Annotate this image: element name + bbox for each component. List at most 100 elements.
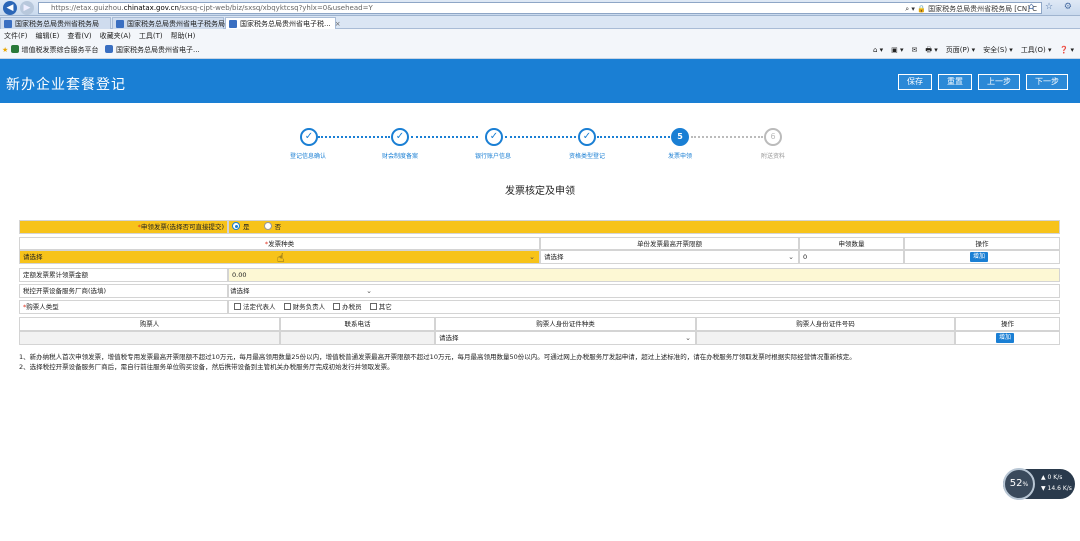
tab-tax-bureau[interactable]: 国家税务总局贵州省税务局: [0, 17, 111, 29]
page-icon: [229, 20, 237, 28]
home-icon[interactable]: ⌂ ▾: [873, 46, 883, 54]
vendor-select[interactable]: 请选择 ⌄: [229, 285, 374, 297]
buyer-phone-input[interactable]: [280, 331, 435, 345]
menu-help[interactable]: 帮助(H): [167, 29, 200, 41]
buyer-type-legal-rep-checkbox[interactable]: 法定代表人: [234, 303, 276, 311]
apply-invoice-label: *申领发票(选择否可直接提交): [19, 220, 228, 234]
quantity-input[interactable]: 0: [799, 250, 904, 264]
apply-no-radio[interactable]: 否: [263, 222, 281, 231]
page-title: 新办企业套餐登记: [6, 77, 126, 93]
buyer-type-label: *购票人类型: [19, 300, 228, 314]
chevron-down-icon: ⌄: [788, 253, 794, 261]
tools-menu[interactable]: 工具(O) ▾: [1021, 46, 1052, 54]
favorite-etax[interactable]: 国家税务总局贵州省电子...: [105, 45, 200, 55]
menu-bar: 文件(F) 编辑(E) 查看(V) 收藏夹(A) 工具(T) 帮助(H): [0, 29, 1080, 41]
chevron-down-icon: ⌄: [685, 334, 691, 342]
buyer-id-type-select[interactable]: 请选择 ⌄: [435, 331, 696, 345]
invoice-action-cell: 增加: [904, 250, 1060, 264]
step-label: 资格类型登记: [568, 153, 606, 160]
safety-menu[interactable]: 安全(S) ▾: [983, 46, 1013, 54]
feeds-icon[interactable]: ▣ ▾: [891, 46, 903, 54]
section-title: 发票核定及申领: [505, 186, 575, 197]
quota-value: 0.00: [228, 268, 1060, 282]
mail-icon[interactable]: ✉: [912, 46, 918, 54]
add-invoice-button[interactable]: 增加: [970, 252, 988, 262]
quota-label: 定额发票累计领票金额: [19, 268, 228, 282]
url-input[interactable]: https://etax.guizhou.chinatax.gov.cn/sxs…: [38, 2, 1042, 14]
favorite-invoice-platform[interactable]: ★ 增值税发票综合服务平台: [2, 45, 99, 55]
hand-cursor-icon: ☝: [277, 251, 285, 265]
reset-button[interactable]: 重置: [938, 74, 972, 90]
chevron-down-icon: ⌄: [366, 287, 372, 295]
download-speed: ▼ 14.6 K/s: [1041, 485, 1072, 492]
next-step-button[interactable]: 下一步: [1026, 74, 1068, 90]
page-menu[interactable]: 页面(P) ▾: [946, 46, 975, 54]
step-label: 登记信息确认: [289, 153, 327, 160]
apply-invoice-options: 是 否: [228, 220, 1060, 234]
cpu-gauge: 52%: [1003, 468, 1035, 500]
radio-unchecked-icon: [263, 222, 272, 230]
site-icon: [10, 45, 19, 53]
step-connector: [411, 136, 478, 138]
forward-icon[interactable]: ▶: [20, 1, 34, 15]
print-icon[interactable]: 🖶 ▾: [925, 46, 937, 54]
vendor-label: 税控开票设备服务厂商(选填): [19, 284, 228, 298]
step-label: 财会制度备案: [381, 153, 419, 160]
window-icons[interactable]: ⌂ ☆ ⚙: [1028, 2, 1076, 12]
step-label: 银行账户信息: [474, 153, 512, 160]
menu-edit[interactable]: 编辑(E): [32, 29, 64, 41]
step-4-check-icon: ✓: [578, 128, 596, 146]
tab-bar: 国家税务总局贵州省税务局 国家税务总局贵州省电子税务局 国家税务总局贵州省电子税…: [0, 16, 1080, 29]
apply-yes-radio[interactable]: 是: [232, 222, 250, 231]
tab-etax-active[interactable]: 国家税务总局贵州省电子税... ×: [225, 17, 341, 29]
favorites-bar: ★ 增值税发票综合服务平台 国家税务总局贵州省电子... ⌂ ▾ ▣ ▾ ✉ 🖶 ▾ 页…: [0, 41, 1080, 59]
step-connector: [597, 136, 670, 138]
buyer-name-input[interactable]: [19, 331, 280, 345]
menu-favorites[interactable]: 收藏夹(A): [96, 29, 135, 41]
address-bar: ◀ ▶ https://etax.guizhou.chinatax.gov.cn…: [0, 0, 1080, 16]
buyer-type-other-checkbox[interactable]: 其它: [369, 303, 392, 311]
col-id-number: 购票人身份证件号码: [696, 317, 955, 331]
network-speed-widget[interactable]: 52% ▲ 0 K/s ▼ 14.6 K/s: [1003, 468, 1075, 500]
add-buyer-button[interactable]: 增加: [996, 333, 1014, 343]
checkbox-icon: [283, 303, 291, 310]
col-quantity: 申领数量: [799, 237, 904, 250]
col-buyer: 购票人: [19, 317, 280, 331]
app-header: 新办企业套餐登记 保存 重置 上一步 下一步: [0, 59, 1080, 103]
step-3-check-icon: ✓: [485, 128, 503, 146]
vendor-select-cell: 请选择 ⌄: [228, 284, 1060, 298]
menu-file[interactable]: 文件(F): [0, 29, 32, 41]
star-icon: ★: [2, 46, 9, 54]
radio-checked-icon: [232, 222, 240, 230]
step-connector: [505, 136, 576, 138]
page-icon: [116, 20, 124, 28]
buyer-type-tax-clerk-checkbox[interactable]: 办税员: [333, 303, 362, 311]
buyer-id-number-input[interactable]: [696, 331, 955, 345]
step-1-check-icon: ✓: [300, 128, 318, 146]
menu-view[interactable]: 查看(V): [63, 29, 95, 41]
site-identity: ⌕ ▾ 🔒 国家税务总局贵州省税务局 [CN] C: [905, 5, 1037, 13]
note-1: 1、新办纳税人首次申领发票，增值税专用发票最高开票限额不超过10万元，每月最高领…: [19, 353, 856, 361]
step-connector: [318, 136, 390, 138]
close-icon[interactable]: ×: [335, 20, 341, 28]
site-icon: [105, 45, 113, 53]
checkbox-icon: [333, 303, 341, 310]
checkbox-icon: [369, 303, 377, 310]
help-icon[interactable]: ❓ ▾: [1060, 46, 1074, 54]
step-2-check-icon: ✓: [391, 128, 409, 146]
buyer-type-options: 法定代表人 财务负责人 办税员 其它: [228, 300, 1060, 314]
step-6-indicator: 6: [764, 128, 782, 146]
checkbox-icon: [234, 303, 241, 310]
step-label: 附送资料: [760, 153, 786, 160]
col-id-type: 购票人身份证件种类: [435, 317, 696, 331]
upload-speed: ▲ 0 K/s: [1041, 474, 1063, 481]
menu-tools[interactable]: 工具(T): [135, 29, 167, 41]
chevron-down-icon: ⌄: [529, 253, 535, 261]
prev-step-button[interactable]: 上一步: [978, 74, 1020, 90]
back-icon[interactable]: ◀: [3, 1, 17, 15]
step-label: 发票申领: [667, 153, 693, 160]
tab-etax[interactable]: 国家税务总局贵州省电子税务局: [112, 17, 225, 29]
buyer-type-finance-checkbox[interactable]: 财务负责人: [283, 303, 325, 311]
save-button[interactable]: 保存: [898, 74, 932, 90]
max-amount-select[interactable]: 请选择 ⌄: [540, 250, 799, 264]
